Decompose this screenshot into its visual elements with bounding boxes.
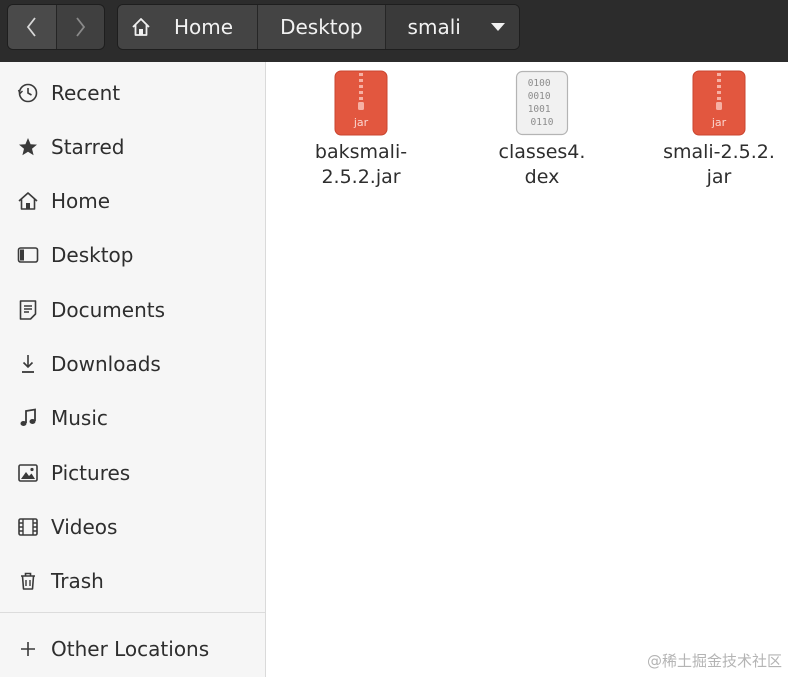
- file-name: smali-2.5.2. jar: [663, 141, 775, 188]
- sidebar: Recent Starred Home Desktop Documents Do…: [0, 62, 266, 677]
- jar-archive-icon: jar: [692, 70, 746, 136]
- back-button[interactable]: [8, 5, 56, 49]
- crumb-home-label: Home: [174, 15, 234, 39]
- file-item-classes4-dex[interactable]: 0100 0010 1001 0110 classes4. dex: [462, 70, 622, 190]
- crumb-desktop-label: Desktop: [280, 15, 363, 39]
- sidebar-item-label: Desktop: [51, 243, 134, 267]
- sidebar-item-label: Other Locations: [51, 637, 210, 661]
- sidebar-item-music[interactable]: Music: [0, 396, 265, 440]
- sidebar-item-pictures[interactable]: Pictures: [0, 451, 265, 495]
- picture-icon: [16, 461, 40, 485]
- file-view: jar baksmali- 2.5.2.jar 0100 0010 1001 0…: [266, 62, 788, 677]
- file-name: baksmali- 2.5.2.jar: [314, 141, 408, 188]
- sidebar-item-label: Home: [51, 189, 111, 213]
- sidebar-item-trash[interactable]: Trash: [0, 559, 265, 603]
- sidebar-item-recent[interactable]: Recent: [0, 71, 265, 115]
- sidebar-item-label: Downloads: [51, 352, 161, 376]
- download-icon: [16, 352, 40, 376]
- path-bar: Home Desktop smali: [117, 4, 520, 50]
- file-name: classes4. dex: [498, 141, 586, 188]
- forward-button[interactable]: [55, 5, 104, 49]
- chevron-left-icon: [26, 17, 36, 37]
- crumb-smali-label: smali: [407, 15, 461, 39]
- sidebar-item-documents[interactable]: Documents: [0, 288, 265, 332]
- music-icon: [16, 406, 40, 430]
- watermark: @稀土掘金技术社区: [646, 652, 782, 670]
- jar-archive-icon: jar: [334, 70, 388, 136]
- star-icon: [16, 135, 40, 159]
- home-icon: [16, 189, 40, 213]
- sidebar-divider: [0, 612, 265, 613]
- sidebar-item-label: Music: [51, 406, 108, 430]
- sidebar-item-label: Trash: [51, 569, 104, 593]
- document-icon: [16, 298, 40, 322]
- sidebar-item-label: Starred: [51, 135, 125, 159]
- jar-icon-text: jar: [711, 116, 727, 129]
- crumb-smali[interactable]: smali: [384, 5, 519, 49]
- sidebar-item-other-locations[interactable]: Other Locations: [0, 627, 265, 671]
- sidebar-item-desktop[interactable]: Desktop: [0, 233, 265, 277]
- sidebar-item-label: Videos: [51, 515, 118, 539]
- home-icon: [132, 18, 150, 36]
- jar-icon-text: jar: [353, 116, 369, 129]
- video-icon: [16, 515, 40, 539]
- sidebar-item-label: Recent: [51, 81, 121, 105]
- binary-file-icon: 0100 0010 1001 0110: [515, 70, 569, 136]
- sidebar-item-label: Pictures: [51, 461, 131, 485]
- desktop-icon: [16, 243, 40, 267]
- caret-down-icon[interactable]: [490, 23, 505, 31]
- header-bar: Home Desktop smali: [0, 0, 788, 62]
- clock-icon: [16, 81, 40, 105]
- navigation-buttons: [7, 4, 105, 50]
- sidebar-item-home[interactable]: Home: [0, 179, 265, 223]
- sidebar-item-label: Documents: [51, 298, 166, 322]
- trash-icon: [16, 569, 40, 593]
- file-item-baksmali-jar[interactable]: jar baksmali- 2.5.2.jar: [281, 70, 441, 190]
- sidebar-item-starred[interactable]: Starred: [0, 125, 265, 169]
- sidebar-item-videos[interactable]: Videos: [0, 505, 265, 549]
- crumb-home[interactable]: Home: [118, 5, 258, 49]
- chevron-right-icon: [76, 17, 86, 37]
- sidebar-item-downloads[interactable]: Downloads: [0, 342, 265, 386]
- plus-icon: [16, 637, 40, 661]
- file-item-smali-jar[interactable]: jar smali-2.5.2. jar: [639, 70, 788, 190]
- crumb-desktop[interactable]: Desktop: [257, 5, 385, 49]
